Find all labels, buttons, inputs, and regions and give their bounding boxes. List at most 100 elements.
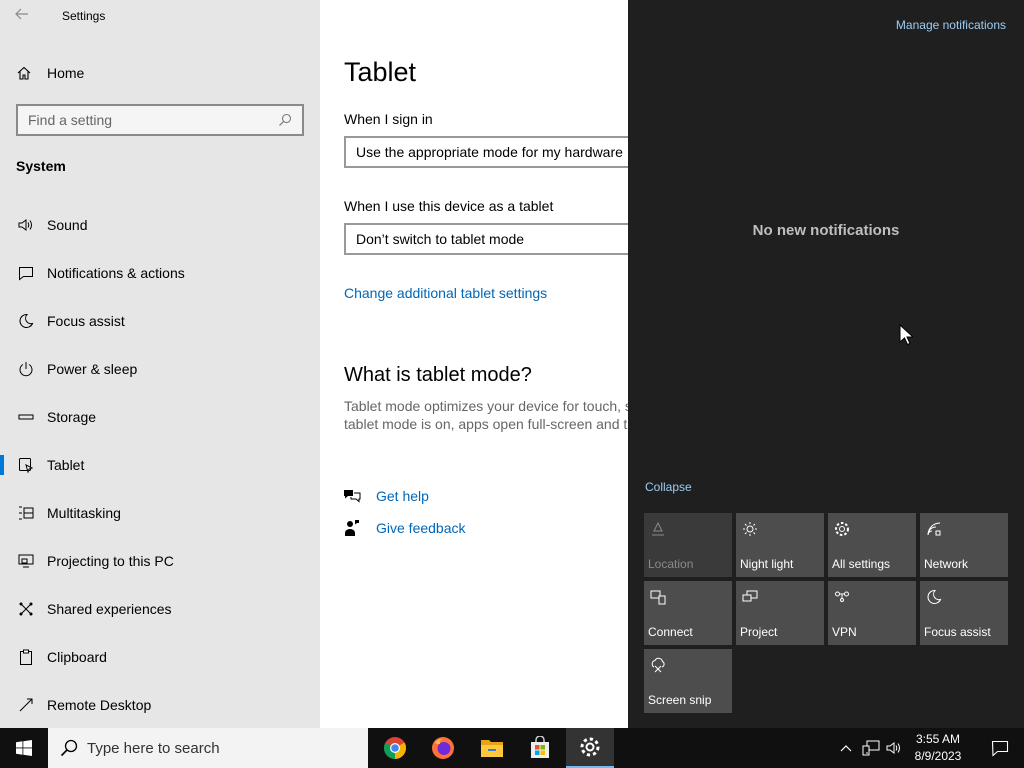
tablet-mode-dropdown[interactable]: Don’t switch to tablet mode [344, 223, 628, 255]
action-center-button[interactable] [976, 728, 1024, 768]
tablet-mode-value: Don’t switch to tablet mode [356, 231, 525, 247]
tile-label: All settings [832, 557, 891, 571]
clipboard-icon [16, 647, 36, 667]
tile-label: Screen snip [648, 693, 712, 707]
taskbar: Type here to search 3:55 AM 8/9/2023 [0, 728, 1024, 768]
sidebar-item-label: Clipboard [47, 649, 107, 665]
quick-action-focus-assist[interactable]: Focus assist [920, 581, 1008, 645]
no-notifications-text: No new notifications [752, 222, 900, 239]
chevron-up-icon [840, 745, 852, 752]
brightness-icon [743, 522, 757, 536]
home-link[interactable]: Home [16, 63, 84, 83]
firefox-icon [432, 737, 454, 759]
store-taskbar-button[interactable] [516, 728, 564, 768]
vpn-icon [835, 591, 849, 602]
clock-date: 8/9/2023 [914, 749, 962, 763]
get-help-label: Get help [376, 488, 429, 504]
get-help-link[interactable]: Get help [342, 488, 429, 504]
tile-label: Project [740, 625, 778, 639]
section-title: What is tablet mode? [344, 364, 532, 386]
taskbar-search-placeholder: Type here to search [87, 739, 220, 757]
sidebar-item-multitasking[interactable]: Multitasking [0, 493, 320, 533]
remote-desktop-icon [16, 695, 36, 715]
quick-action-connect[interactable]: Connect [644, 581, 732, 645]
speaker-icon [16, 215, 36, 235]
sidebar-item-label: Multitasking [47, 505, 121, 521]
chrome-taskbar-button[interactable] [371, 728, 419, 768]
sidebar-item-label: Notifications & actions [47, 265, 185, 281]
clock-time: 3:55 AM [915, 732, 961, 746]
settings-taskbar-button[interactable] [566, 728, 614, 768]
find-setting-placeholder: Find a setting [28, 112, 113, 128]
gear-icon [835, 522, 849, 536]
sign-in-mode-dropdown[interactable]: Use the appropriate mode for my hardware [344, 136, 628, 168]
taskbar-search-box[interactable]: Type here to search [48, 728, 368, 768]
sidebar-item-tablet[interactable]: Tablet [0, 445, 320, 485]
network-tray-button[interactable] [861, 738, 881, 758]
taskbar-clock[interactable]: 3:55 AM 8/9/2023 [906, 731, 970, 765]
network-wired-icon [862, 740, 880, 756]
sign-in-mode-value: Use the appropriate mode for my hardware [356, 144, 623, 160]
sidebar-item-label: Storage [47, 409, 97, 425]
sidebar-item-label: Projecting to this PC [47, 553, 174, 569]
sidebar-item-label: Focus assist [47, 313, 125, 329]
quick-action-location[interactable]: Location [644, 513, 732, 577]
sign-in-label: When I sign in [344, 111, 433, 127]
start-button[interactable] [0, 728, 48, 768]
sidebar-item-label: Remote Desktop [47, 697, 152, 713]
sidebar-item-sound[interactable]: Sound [0, 205, 320, 245]
manage-notifications-link[interactable]: Manage notifications [896, 18, 1006, 32]
notification-icon [991, 740, 1009, 757]
window-title: Settings [62, 9, 106, 23]
settings-app-icon [580, 737, 600, 757]
firefox-taskbar-button[interactable] [419, 728, 467, 768]
additional-tablet-settings-link[interactable]: Change additional tablet settings [344, 285, 547, 301]
sidebar-item-label: Sound [47, 217, 88, 233]
sidebar-item-projecting[interactable]: Projecting to this PC [0, 541, 320, 581]
sidebar-item-focus-assist[interactable]: Focus assist [0, 301, 320, 341]
search-icon [279, 113, 292, 126]
connect-icon [650, 590, 666, 605]
group-label-system: System [16, 158, 66, 174]
tile-label: Night light [740, 557, 794, 571]
file-explorer-taskbar-button[interactable] [468, 728, 516, 768]
quick-action-network[interactable]: Network [920, 513, 1008, 577]
show-hidden-icons-button[interactable] [836, 738, 856, 758]
action-center-panel: Manage notifications No new notification… [628, 0, 1024, 728]
projecting-icon [16, 551, 36, 571]
shared-icon [16, 599, 36, 619]
moon-icon [927, 589, 942, 604]
quick-action-project[interactable]: Project [736, 581, 824, 645]
find-setting-input[interactable]: Find a setting [16, 104, 304, 136]
sidebar-item-storage[interactable]: Storage [0, 397, 320, 437]
sidebar-item-clipboard[interactable]: Clipboard [0, 637, 320, 677]
sidebar-item-shared-experiences[interactable]: Shared experiences [0, 589, 320, 629]
page-title: Tablet [344, 57, 417, 87]
sidebar-item-label: Power & sleep [47, 361, 138, 377]
sidebar-item-label: Tablet [47, 457, 85, 473]
quick-action-vpn[interactable]: VPN [828, 581, 916, 645]
tablet-mode-description-line-1: Tablet mode optimizes your device for to… [344, 398, 628, 414]
search-icon [60, 739, 78, 757]
give-feedback-label: Give feedback [376, 520, 466, 536]
volume-tray-button[interactable] [884, 738, 904, 758]
home-icon [17, 66, 31, 80]
quick-action-all-settings[interactable]: All settings [828, 513, 916, 577]
give-feedback-link[interactable]: Give feedback [342, 519, 466, 537]
store-icon [531, 736, 549, 758]
tablet-mode-description-line-2: tablet mode is on, apps open full-screen… [344, 416, 628, 432]
tile-label: Focus assist [924, 625, 991, 639]
quick-action-night-light[interactable]: Night light [736, 513, 824, 577]
tile-label: Location [648, 557, 694, 571]
notification-icon [16, 263, 36, 283]
screen-snip-icon [651, 657, 665, 673]
collapse-link[interactable]: Collapse [645, 480, 692, 494]
quick-action-screen-snip[interactable]: Screen snip [644, 649, 732, 713]
sidebar-item-remote-desktop[interactable]: Remote Desktop [0, 685, 320, 725]
tablet-use-label: When I use this device as a tablet [344, 198, 554, 214]
back-button[interactable] [14, 6, 34, 26]
chrome-icon [384, 737, 406, 759]
sidebar-item-notifications[interactable]: Notifications & actions [0, 253, 320, 293]
sidebar-item-power-sleep[interactable]: Power & sleep [0, 349, 320, 389]
help-chat-icon [342, 488, 362, 504]
